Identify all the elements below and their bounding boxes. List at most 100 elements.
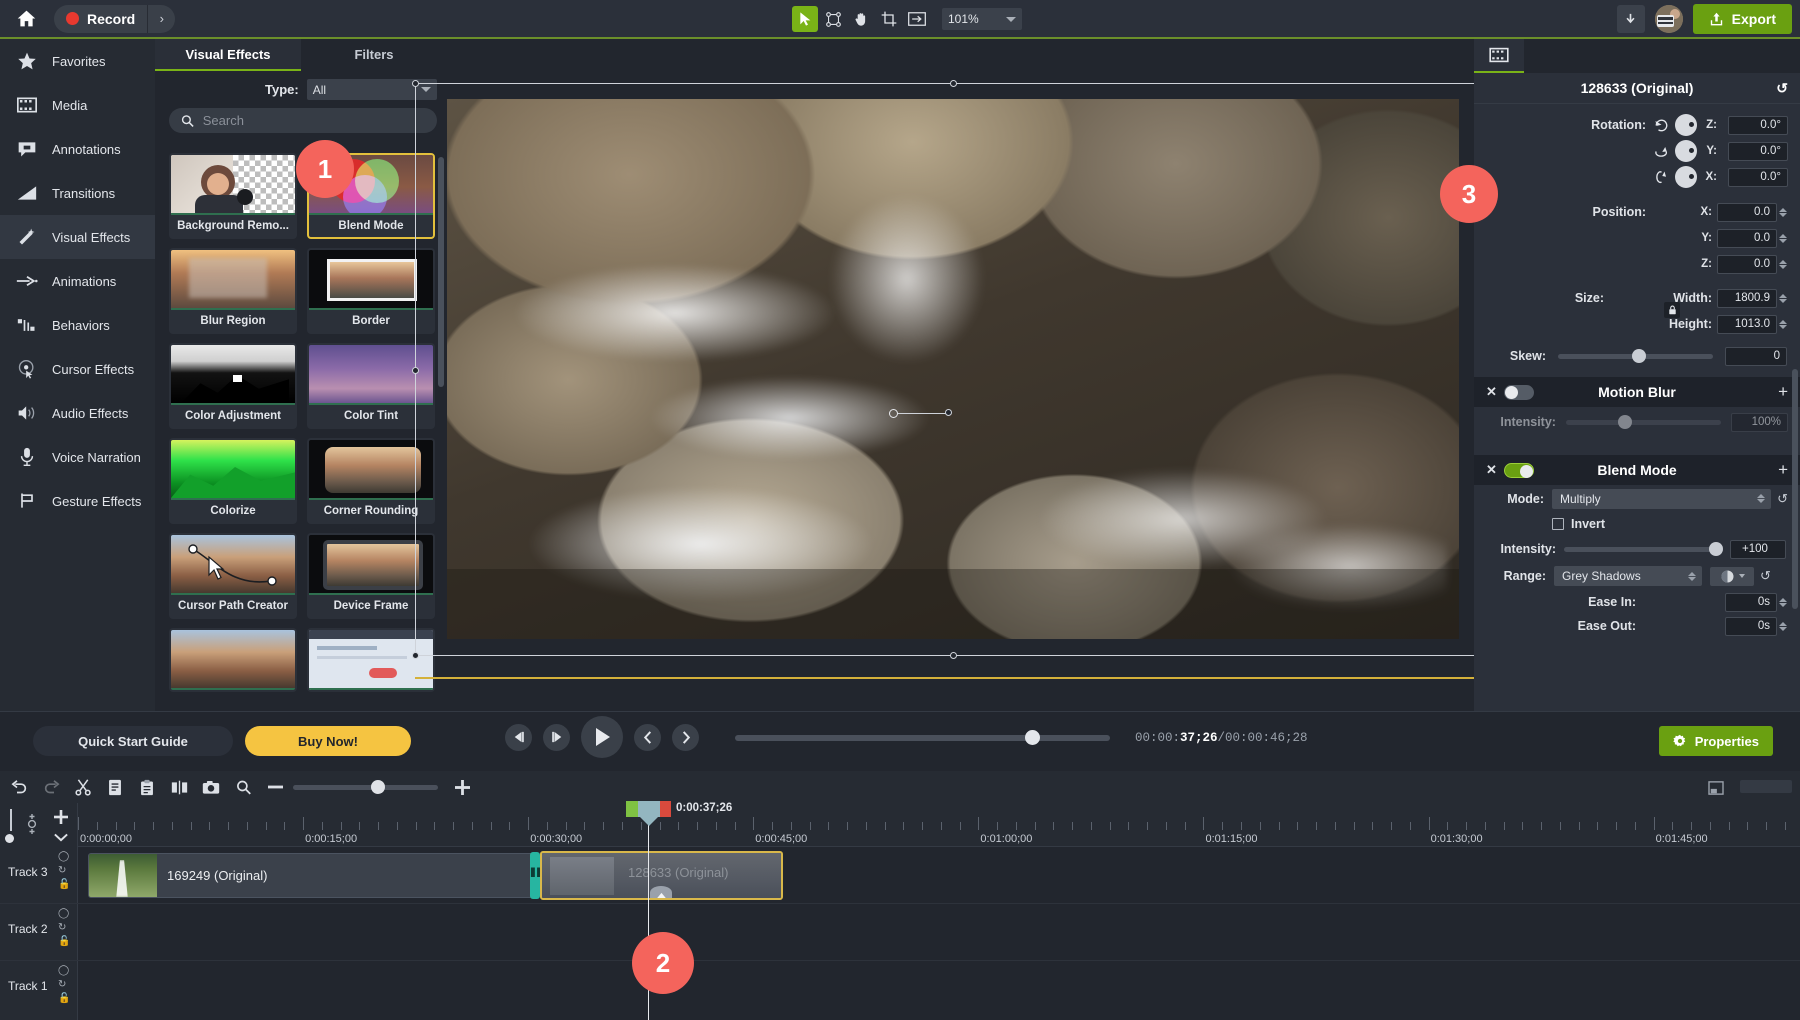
ease-out-value[interactable]: 0s — [1725, 617, 1777, 636]
sidebar-item-media[interactable]: Media — [0, 83, 155, 127]
track-visibility-icon[interactable]: ◯ — [58, 965, 70, 976]
split-button[interactable] — [165, 774, 193, 800]
sidebar-item-animations[interactable]: Animations — [0, 259, 155, 303]
rotate-z-icon[interactable] — [1654, 118, 1669, 133]
size-height-stepper[interactable] — [1779, 320, 1788, 329]
search-box[interactable] — [169, 108, 437, 133]
track-lock-icon[interactable]: 🔓 — [58, 879, 70, 890]
size-width-value[interactable]: 1800.9 — [1717, 289, 1777, 308]
sidebar-item-gesture-effects[interactable]: Gesture Effects — [0, 479, 155, 523]
position-y-value[interactable]: 0.0 — [1717, 229, 1777, 248]
sidebar-item-audio-effects[interactable]: Audio Effects — [0, 391, 155, 435]
track-visibility-icon[interactable]: ◯ — [58, 851, 70, 862]
plus-icon[interactable]: + — [1778, 460, 1788, 480]
avatar[interactable] — [1655, 5, 1683, 33]
effect-card-blur-region[interactable]: Blur Region — [169, 248, 297, 334]
close-icon[interactable]: ✕ — [1486, 462, 1497, 478]
selection-bounding-box[interactable] — [415, 83, 1491, 656]
position-z-value[interactable]: 0.0 — [1717, 255, 1777, 274]
rotation-z-value[interactable]: 0.0° — [1728, 116, 1788, 135]
range-select[interactable]: Grey Shadows — [1554, 566, 1702, 586]
tab-media-properties[interactable] — [1474, 39, 1524, 73]
export-button[interactable]: Export — [1693, 4, 1792, 34]
ease-out-stepper[interactable] — [1779, 622, 1788, 631]
position-x-stepper[interactable] — [1779, 208, 1788, 217]
collapse-tracks-button[interactable] — [48, 829, 74, 845]
track-loop-icon[interactable]: ↻ — [58, 979, 70, 990]
sidebar-item-behaviors[interactable]: Behaviors — [0, 303, 155, 347]
plus-icon[interactable]: + — [1778, 382, 1788, 402]
tab-visual-effects[interactable]: Visual Effects — [155, 39, 301, 71]
snapshot-button[interactable] — [197, 774, 225, 800]
size-height-value[interactable]: 1013.0 — [1717, 315, 1777, 334]
clip-expand-handle[interactable] — [650, 886, 672, 899]
close-icon[interactable]: ✕ — [1486, 384, 1497, 400]
zoom-to-fit-button[interactable] — [229, 774, 257, 800]
track-row[interactable]: Track 1 ◯ ↻ 🔓 — [0, 961, 1800, 1018]
reset-icon[interactable]: ↺ — [1777, 491, 1788, 507]
playhead-head[interactable] — [626, 801, 672, 821]
rotation-end-handle[interactable] — [945, 409, 952, 416]
cut-button[interactable] — [69, 774, 97, 800]
reset-icon[interactable]: ↺ — [1760, 568, 1771, 584]
rotation-center-handle[interactable] — [889, 409, 898, 418]
track-lock-icon[interactable]: 🔓 — [58, 993, 70, 1004]
lock-aspect-ratio-button[interactable] — [1664, 302, 1680, 318]
track-loop-icon[interactable]: ↻ — [58, 865, 70, 876]
sidebar-item-visual-effects[interactable]: Visual Effects — [0, 215, 155, 259]
rotation-y-knob[interactable] — [1675, 140, 1697, 162]
paste-button[interactable] — [133, 774, 161, 800]
invert-checkbox[interactable] — [1552, 518, 1564, 530]
prev-frame-button[interactable] — [505, 724, 532, 751]
resize-handle-tl[interactable] — [412, 80, 419, 87]
download-button[interactable] — [1617, 5, 1645, 33]
size-width-stepper[interactable] — [1779, 294, 1788, 303]
track-row[interactable]: Track 3 ◯ ↻ 🔓 169249 (Original) ▋▋ 12863… — [0, 847, 1800, 904]
prev-marker-button[interactable] — [634, 724, 661, 751]
rotation-z-knob[interactable] — [1675, 114, 1697, 136]
properties-button[interactable]: Properties — [1659, 726, 1773, 756]
track-lock-icon[interactable]: 🔓 — [58, 936, 70, 947]
tab-filters[interactable]: Filters — [301, 39, 447, 71]
track-row[interactable]: Track 2 ◯ ↻ 🔓 — [0, 904, 1800, 961]
rotation-x-knob[interactable] — [1675, 166, 1697, 188]
reset-icon[interactable]: ↺ — [1776, 80, 1788, 97]
sidebar-item-cursor-effects[interactable]: Cursor Effects — [0, 347, 155, 391]
record-button[interactable]: Record — [54, 5, 147, 33]
rotate-x-icon[interactable] — [1654, 170, 1669, 185]
next-marker-button[interactable] — [672, 724, 699, 751]
scrubber-handle[interactable] — [1025, 730, 1040, 745]
next-frame-button[interactable] — [543, 724, 570, 751]
timeline-zoom-handle[interactable] — [371, 780, 385, 794]
position-y-stepper[interactable] — [1779, 234, 1788, 243]
resize-handle-bc[interactable] — [950, 652, 957, 659]
skew-slider[interactable] — [1558, 354, 1713, 359]
effect-card-colorize[interactable]: Colorize — [169, 438, 297, 524]
playback-scrubber[interactable] — [735, 735, 1110, 741]
transition-marker[interactable]: ▋▋ — [530, 852, 540, 899]
rotation-y-value[interactable]: 0.0° — [1728, 142, 1788, 161]
resize-handle-tc[interactable] — [950, 80, 957, 87]
undo-button[interactable] — [5, 774, 33, 800]
quick-start-guide-button[interactable]: Quick Start Guide — [33, 726, 233, 756]
effect-card-extra-1[interactable] — [169, 628, 297, 692]
track-loop-icon[interactable]: ↻ — [58, 922, 70, 933]
skew-value[interactable]: 0 — [1725, 347, 1787, 366]
redo-button[interactable] — [37, 774, 65, 800]
blend-mode-select[interactable]: Multiply — [1552, 489, 1771, 509]
blend-mode-toggle[interactable] — [1504, 463, 1534, 478]
detach-timeline-button[interactable] — [1702, 775, 1730, 801]
motion-blur-intensity-value[interactable]: 100% — [1731, 413, 1788, 432]
copy-button[interactable] — [101, 774, 129, 800]
effect-card-cursor-path-creator[interactable]: Cursor Path Creator — [169, 533, 297, 619]
resize-handle-ml[interactable] — [412, 367, 419, 374]
fit-tool-button[interactable] — [904, 6, 930, 32]
properties-scrollbar[interactable] — [1792, 369, 1798, 609]
rotate-y-icon[interactable] — [1654, 144, 1669, 159]
ease-in-value[interactable]: 0s — [1725, 593, 1777, 612]
timeline-clip-128633[interactable]: 128633 (Original) — [540, 851, 783, 900]
motion-blur-intensity-slider[interactable] — [1566, 420, 1721, 425]
play-button[interactable] — [581, 716, 623, 758]
position-x-value[interactable]: 0.0 — [1717, 203, 1777, 222]
resize-handle-bl[interactable] — [412, 652, 419, 659]
